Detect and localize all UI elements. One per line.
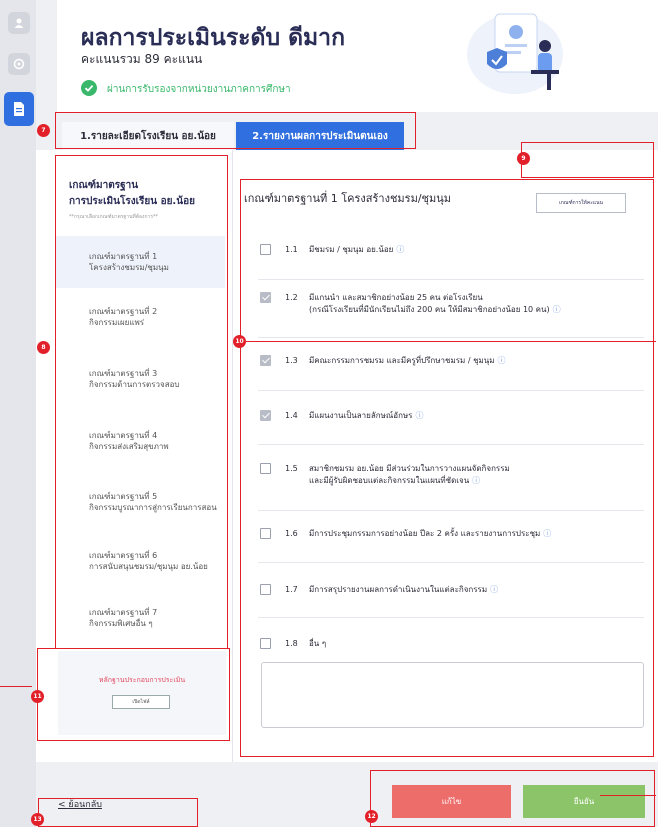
annotation-box-11 — [37, 648, 230, 741]
annotation-line-10 — [246, 341, 656, 342]
result-header: ผลการประเมินระดับ ดีมาก คะแนนรวม 89 คะแน… — [57, 0, 658, 112]
annotation-box-10 — [240, 179, 654, 757]
annotation-box-8 — [55, 155, 228, 649]
verification-illustration-icon — [467, 13, 563, 94]
annotation-marker-8: 8 — [37, 341, 50, 354]
annotation-marker-11: 11 — [31, 690, 44, 703]
panel-divider — [232, 150, 233, 762]
annotation-box-7 — [55, 112, 416, 149]
annotation-marker-7: 7 — [37, 124, 50, 137]
annotation-line-12 — [600, 795, 656, 796]
annotation-marker-9: 9 — [517, 152, 530, 165]
left-rail — [0, 0, 36, 827]
check-circle-icon — [81, 80, 97, 96]
annotation-marker-12: 12 — [365, 810, 378, 823]
annotation-marker-13: 13 — [31, 813, 44, 826]
settings-icon[interactable] — [8, 53, 30, 75]
total-score: คะแนนรวม 89 คะแนน — [81, 52, 203, 66]
document-icon[interactable] — [4, 92, 34, 126]
user-icon[interactable] — [8, 12, 30, 34]
annotation-box-9 — [521, 142, 654, 178]
annotation-box-12 — [370, 770, 655, 827]
annotation-marker-10: 10 — [233, 335, 246, 348]
certification-status: ผ่านการรับรองจากหน่วยงานภาคการศึกษา — [107, 84, 291, 95]
annotation-line-11 — [0, 686, 32, 687]
annotation-box-13 — [38, 798, 198, 827]
